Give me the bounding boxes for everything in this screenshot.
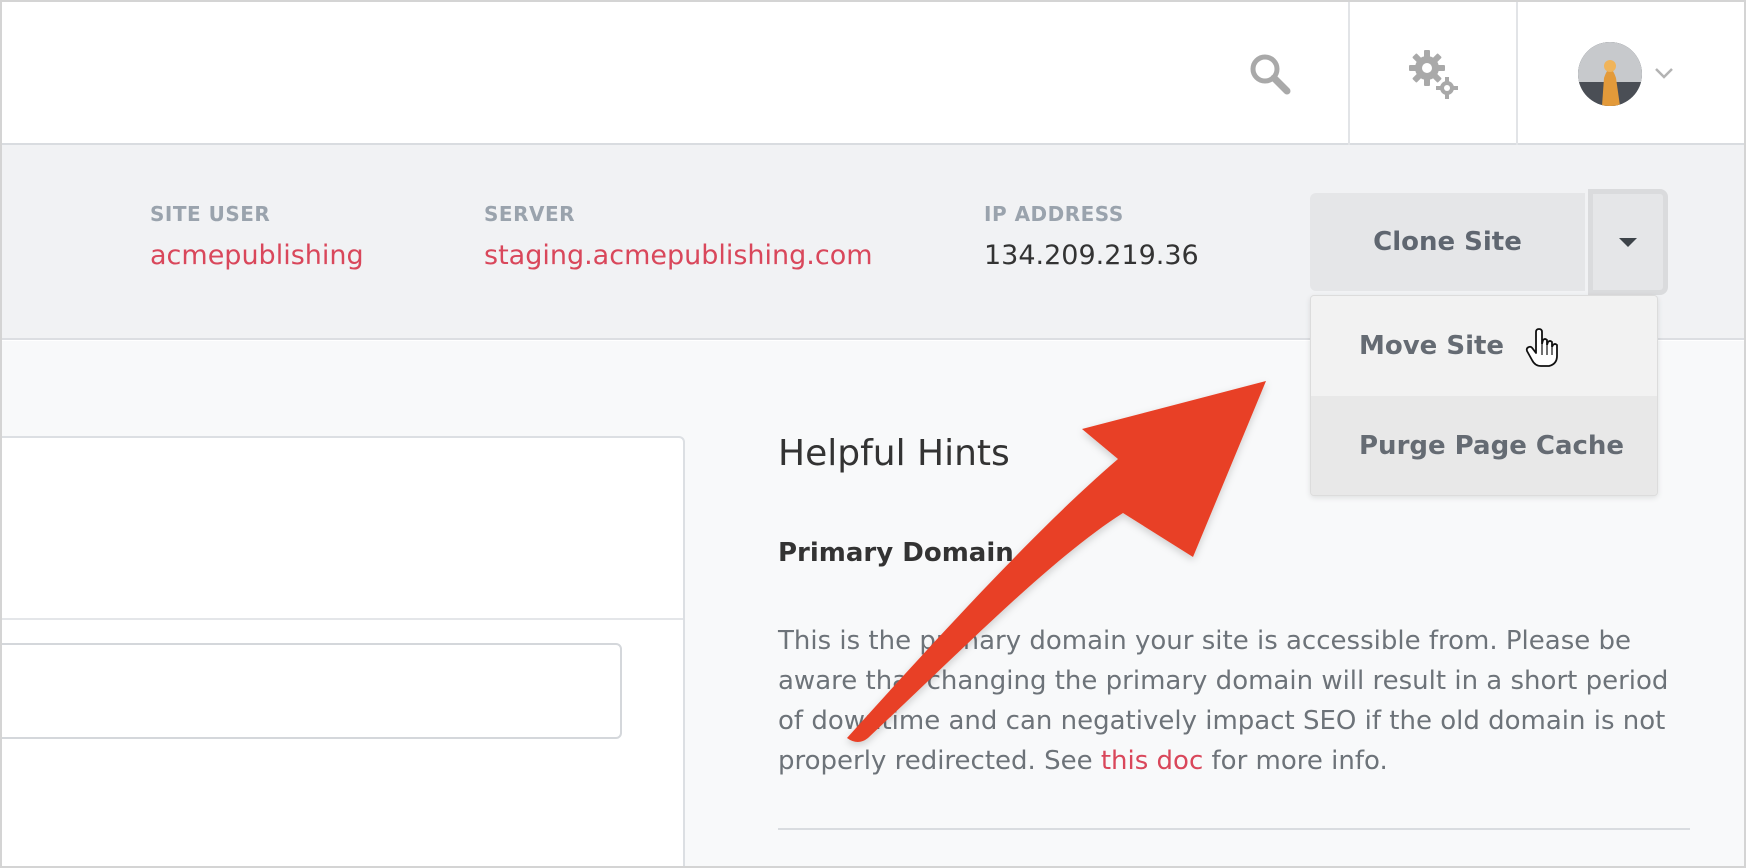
actions-dropdown-toggle[interactable] bbox=[1588, 189, 1668, 295]
clone-site-split-button: Clone Site bbox=[1310, 189, 1668, 295]
search-icon[interactable] bbox=[1248, 52, 1292, 96]
site-actions-dropdown: Move Site Purge Page Cache bbox=[1310, 295, 1658, 496]
hints-divider bbox=[778, 828, 1690, 830]
hand-cursor-icon bbox=[1525, 328, 1558, 367]
server-info: SERVER staging.acmepublishing.com bbox=[484, 202, 873, 271]
hints-body-suffix: for more info. bbox=[1203, 746, 1388, 776]
gear-icon[interactable] bbox=[1407, 48, 1461, 102]
clone-site-button[interactable]: Clone Site bbox=[1310, 193, 1585, 291]
card-divider bbox=[2, 618, 683, 620]
server-value[interactable]: staging.acmepublishing.com bbox=[484, 240, 873, 271]
menu-item-move-site[interactable]: Move Site bbox=[1311, 296, 1657, 396]
ip-address-label: IP ADDRESS bbox=[984, 202, 1124, 226]
this-doc-link[interactable]: this doc bbox=[1101, 746, 1203, 776]
nav-divider bbox=[1348, 2, 1350, 145]
nav-divider bbox=[1516, 2, 1518, 145]
server-label: SERVER bbox=[484, 202, 576, 226]
hints-body: This is the primary domain your site is … bbox=[778, 621, 1692, 781]
hints-subtitle: Primary Domain bbox=[778, 538, 1014, 568]
caret-down-icon bbox=[1619, 237, 1637, 247]
top-navigation-bar bbox=[2, 2, 1744, 145]
app-window: SITE USER acmepublishing SERVER staging.… bbox=[0, 0, 1746, 868]
ip-address-info: IP ADDRESS 134.209.219.36 bbox=[984, 202, 1199, 271]
hints-title: Helpful Hints bbox=[778, 433, 1010, 474]
chevron-down-icon[interactable] bbox=[1653, 62, 1675, 84]
domain-input[interactable] bbox=[2, 643, 622, 739]
site-user-label: SITE USER bbox=[150, 202, 271, 226]
site-user-value[interactable]: acmepublishing bbox=[150, 240, 364, 271]
site-user-info: SITE USER acmepublishing bbox=[150, 202, 364, 271]
menu-item-purge-page-cache[interactable]: Purge Page Cache bbox=[1311, 396, 1657, 495]
ip-address-value: 134.209.219.36 bbox=[984, 240, 1199, 271]
avatar[interactable] bbox=[1578, 42, 1642, 106]
